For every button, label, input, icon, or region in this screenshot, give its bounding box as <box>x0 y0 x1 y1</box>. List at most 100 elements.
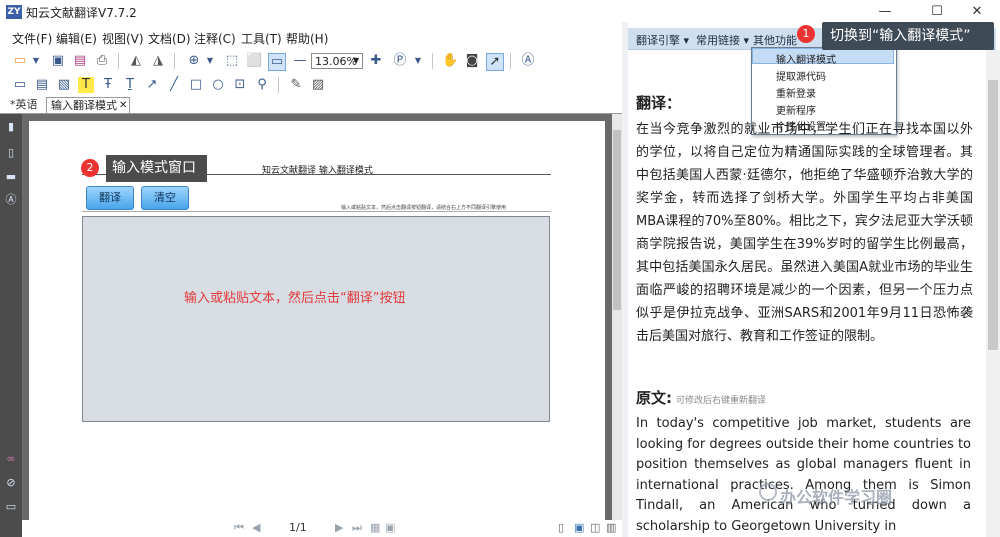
menu-item-update[interactable]: 更新程序 <box>776 102 816 117</box>
step-badge-2: 2 <box>81 159 99 177</box>
link-icon[interactable]: ∞ <box>4 452 18 466</box>
crop-icon[interactable]: ⬚ <box>224 53 240 69</box>
step-badge-1: 1 <box>797 25 815 43</box>
fit-width-icon[interactable]: ▭ <box>268 53 286 71</box>
translation-text: 在当今竞争激烈的就业市场中，学生们正在寻找本国以外的学位，以将自己定位为精通国际… <box>636 122 973 344</box>
title-bar <box>0 0 1000 24</box>
pages-icon[interactable]: ▯ <box>4 146 18 160</box>
zoom-in-icon[interactable]: ⊕ <box>186 53 202 69</box>
watermark-text: 办公软件学习圈 <box>780 488 893 507</box>
dropdown-arrow-icon[interactable]: ▼ <box>202 53 218 69</box>
minimize-button[interactable]: — <box>862 0 908 24</box>
single-page-view-icon[interactable]: ▯ <box>558 521 564 534</box>
toolbar-divider <box>278 77 279 93</box>
original-text[interactable]: In today's competitive job market, stude… <box>636 414 971 537</box>
first-page-icon[interactable]: ⏮ <box>234 521 244 535</box>
other-functions-menu[interactable]: 其他功能 <box>753 32 797 48</box>
dropdown-arrow-icon[interactable]: ▼ <box>410 53 426 69</box>
common-links-menu[interactable]: 常用链接 ▾ <box>696 32 749 48</box>
rectangle-icon[interactable]: □ <box>188 77 204 93</box>
zoom-out-icon[interactable]: — <box>292 53 308 69</box>
input-placeholder: 输入或粘贴文本，然后点击“翻译”按钮 <box>184 291 406 306</box>
snapshot-icon[interactable]: ◙ <box>464 53 480 69</box>
tab-close-icon[interactable]: ✕ <box>119 98 127 114</box>
callout-switch-mode: 切换到“输入翻译模式” <box>822 22 994 50</box>
document-scrollbar-thumb[interactable] <box>613 130 621 310</box>
select-cursor-icon[interactable]: ➚ <box>486 53 504 71</box>
stamp-icon[interactable]: ⚲ <box>254 77 270 93</box>
edit-note-icon[interactable]: ✎ <box>288 77 304 93</box>
save-as-icon[interactable]: ▤ <box>72 53 88 69</box>
arrow-icon[interactable]: ↗ <box>144 77 160 93</box>
rotate-right-icon[interactable]: ◮ <box>150 53 166 69</box>
two-page-view-icon[interactable]: ◫ <box>590 521 600 534</box>
prev-page-icon[interactable]: ◀ <box>252 521 260 534</box>
zoom-dropdown-icon[interactable]: ▼ <box>353 53 363 69</box>
translation-engine-menu[interactable]: 翻译引擎 ▾ <box>636 32 689 48</box>
source-text-input[interactable] <box>82 216 550 422</box>
page-copy-icon[interactable]: ▣ <box>385 521 395 534</box>
original-heading: 原文: <box>636 389 672 407</box>
menu-annotate[interactable]: 注释(C) <box>194 30 236 47</box>
page-mode-icon[interactable]: Ⓟ <box>392 53 408 69</box>
menu-file[interactable]: 文件(F) <box>12 30 52 47</box>
last-page-icon[interactable]: ⏭ <box>352 521 362 535</box>
comments-panel-icon[interactable]: ▭ <box>4 500 18 514</box>
find-text-icon[interactable]: Ⓐ <box>520 53 536 69</box>
menu-item-extract-source[interactable]: 提取源代码 <box>776 68 826 83</box>
toolbar-divider <box>174 53 175 69</box>
original-hint: 可修改后右键重新翻译 <box>676 396 767 406</box>
menu-item-relogin[interactable]: 重新登录 <box>776 85 816 100</box>
toolbar-divider <box>432 53 433 69</box>
hint-divider <box>82 211 551 212</box>
toolbar-divider <box>118 53 119 69</box>
dropdown-arrow-icon[interactable]: ▼ <box>28 53 44 69</box>
fit-page-icon[interactable]: ⬜ <box>246 53 262 69</box>
hand-tool-icon[interactable]: ✋ <box>442 53 458 69</box>
tab-english[interactable]: *英语 <box>6 97 42 113</box>
page-indicator[interactable]: 1/1 <box>289 521 307 534</box>
rotate-left-icon[interactable]: ◭ <box>128 53 144 69</box>
layers-icon[interactable]: ▬ <box>4 170 18 184</box>
tab-label: 输入翻译模式 <box>51 99 117 112</box>
two-page-continuous-icon[interactable]: ▥ <box>606 521 616 534</box>
open-folder-icon[interactable]: ▭ <box>12 53 28 69</box>
menu-item-highlight-label[interactable]: 输入翻译模式 <box>776 51 836 66</box>
ellipse-icon[interactable]: ○ <box>210 77 226 93</box>
translation-scrollbar-thumb[interactable] <box>988 80 998 350</box>
side-panel-strip: ▮ ▯ ▬ Ⓐ ∞ ⊘ ▭ <box>0 114 22 537</box>
translation-heading: 翻译： <box>636 94 682 112</box>
clear-button[interactable]: 清空 <box>141 186 189 210</box>
highlight-icon[interactable]: T <box>78 77 94 93</box>
translate-button[interactable]: 翻译 <box>86 186 134 210</box>
menu-help[interactable]: 帮助(H) <box>286 30 328 47</box>
search-panel-icon[interactable]: Ⓐ <box>4 193 18 207</box>
underline-icon[interactable]: Ṯ <box>122 77 138 93</box>
line-icon[interactable]: ╱ <box>166 77 182 93</box>
menu-tools[interactable]: 工具(T) <box>241 30 282 47</box>
zoom-plus-icon[interactable]: ✚ <box>368 53 384 69</box>
text-box-icon[interactable]: ▤ <box>34 77 50 93</box>
page-thumb-icon[interactable]: ▦ <box>370 521 380 534</box>
menu-document[interactable]: 文档(D) <box>148 30 191 47</box>
save-icon[interactable]: ▣ <box>50 53 66 69</box>
watermark-icon <box>759 483 777 501</box>
area-icon[interactable]: ⊡ <box>232 77 248 93</box>
tab-input-translate[interactable]: 输入翻译模式 ✕ <box>46 97 130 113</box>
properties-icon[interactable]: ▨ <box>310 77 326 93</box>
strikeout-icon[interactable]: Ŧ <box>100 77 116 93</box>
callout-icon[interactable]: ▧ <box>56 77 72 93</box>
attachment-icon[interactable]: ⊘ <box>4 476 18 490</box>
next-page-icon[interactable]: ▶ <box>335 521 343 534</box>
menu-edit[interactable]: 编辑(E) <box>56 30 97 47</box>
comment-icon[interactable]: ▭ <box>12 77 28 93</box>
print-icon[interactable]: ⎙ <box>94 53 110 69</box>
window-title: 知云文献翻译V7.7.2 <box>26 6 137 20</box>
bookmark-icon[interactable]: ▮ <box>4 120 18 134</box>
continuous-view-icon[interactable]: ▣ <box>574 521 584 534</box>
callout-input-window: 输入模式窗口 <box>106 155 207 182</box>
toolbar-divider <box>510 53 511 69</box>
page-navigation-bar <box>22 520 622 537</box>
menu-view[interactable]: 视图(V) <box>102 30 144 47</box>
close-window-button[interactable]: ✕ <box>954 0 1000 24</box>
